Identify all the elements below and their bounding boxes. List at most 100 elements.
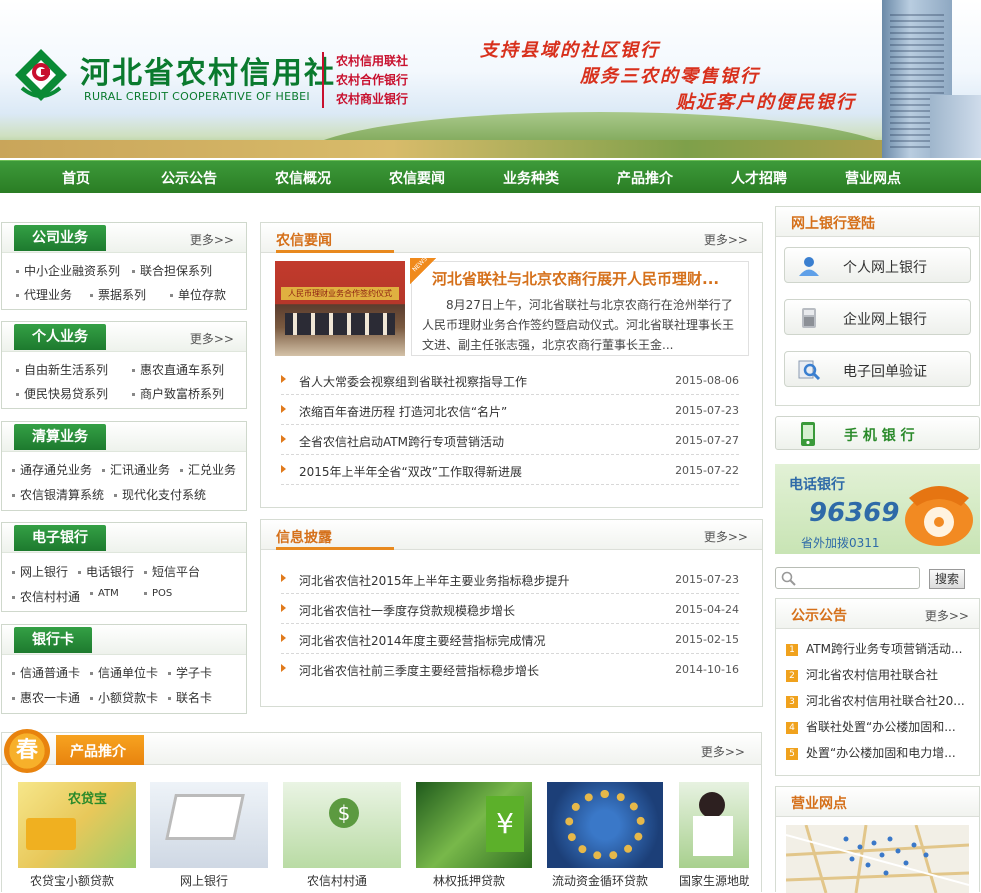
disclosure-item[interactable]: 河北省农信社2014年度主要经营指标完成情况 2015-02-15 [281,624,739,654]
disclosure-item-title[interactable]: 河北省农信社2014年度主要经营指标完成情况 [299,632,546,649]
personal-online-bank-button[interactable]: 个人网上银行 [784,247,971,283]
disclosure-item-title[interactable]: 河北省农信社2015年上半年主要业务指标稳步提升 [299,572,570,589]
nav-overview[interactable]: 农信概况 [275,168,331,188]
news-item-title[interactable]: 全省农信社启动ATM跨行专项营销活动 [299,433,504,450]
clearing-item[interactable]: 现代化支付系统 [114,486,206,503]
company-item[interactable]: 中小企业融资系列 [16,262,120,279]
notice-text[interactable]: 河北省农村信用社联合社20... [806,694,965,708]
notice-text[interactable]: ATM跨行业务专项营销活动... [806,642,962,656]
notice-item[interactable]: 1 ATM跨行业务专项营销活动... [786,640,962,657]
bullet-icon [281,435,286,443]
search-field[interactable] [775,567,920,589]
more-link[interactable]: 更多>> [925,607,969,624]
product-label[interactable]: 农贷宝小额贷款 [30,872,114,889]
mobile-bank-button[interactable]: 手 机 银 行 [775,416,980,450]
news-box: 农信要闻 更多>> 人民币理财业务合作签约仪式 NEWS 河北省联社与北京农商行… [260,222,763,508]
product-label[interactable]: 流动资金循环贷款 [552,872,648,889]
ebank-item[interactable]: 短信平台 [144,563,200,580]
news-item-title[interactable]: 2015年上半年全省“双改”工作取得新进展 [299,463,522,480]
product-image-nongdaibao[interactable]: 农贷宝 [18,782,136,868]
products-title-tab: 产品推介 [56,735,144,765]
card-item[interactable]: 联名卡 [168,689,212,706]
nav-products[interactable]: 产品推介 [617,168,673,188]
product-image-online-bank[interactable] [150,782,268,868]
ebank-item[interactable]: POS [144,588,172,599]
news-item[interactable]: 2015年上半年全省“双改”工作取得新进展 2015-07-22 [281,455,739,485]
product-image-student-loan[interactable] [679,782,749,868]
corporate-online-bank-button[interactable]: 企业网上银行 [784,299,971,335]
card-item[interactable]: 学子卡 [168,664,212,681]
personal-item[interactable]: 惠农直通车系列 [132,361,224,378]
e-receipt-verify-button[interactable]: 电子回单验证 [784,351,971,387]
news-item[interactable]: 全省农信社启动ATM跨行专项营销活动 2015-07-27 [281,425,739,455]
search-button[interactable]: 搜索 [929,569,965,589]
card-item[interactable]: 小额贷款卡 [90,689,158,706]
nav-notices[interactable]: 公示公告 [161,168,217,188]
ebank-item[interactable]: 网上银行 [12,563,68,580]
product-image-cuncuntong[interactable]: $ [283,782,401,868]
product-label[interactable]: 林权抵押贷款 [433,872,505,889]
notice-item[interactable]: 4 省联社处置“办公楼加固和... [786,718,956,735]
more-link[interactable]: 更多>> [190,231,234,248]
clearing-item[interactable]: 汇讯通业务 [102,461,170,478]
notice-text[interactable]: 省联社处置“办公楼加固和... [806,720,956,734]
clearing-item[interactable]: 通存通兑业务 [12,461,92,478]
box-header: 信息披露 更多>> [261,520,762,550]
clearing-item[interactable]: 汇兑业务 [180,461,236,478]
product-label[interactable]: 网上银行 [180,872,228,889]
company-item[interactable]: 代理业务 [16,286,72,303]
notice-item[interactable]: 2 河北省农村信用社联合社 [786,666,938,683]
disclosure-item-title[interactable]: 河北省农信社一季度存贷款规模稳步增长 [299,602,515,619]
search-input[interactable] [800,570,916,586]
nav-home[interactable]: 首页 [62,168,90,188]
card-item[interactable]: 信通普通卡 [12,664,80,681]
card-item[interactable]: 惠农一卡通 [12,689,80,706]
more-link[interactable]: 更多>> [190,330,234,347]
featured-news-photo[interactable]: 人民币理财业务合作签约仪式 [275,261,405,356]
banner-field [0,140,981,158]
disclosure-item[interactable]: 河北省农信社前三季度主要经营指标稳步增长 2014-10-16 [281,654,739,684]
notice-text[interactable]: 处置“办公楼加固和电力增... [806,746,956,760]
box-header: 网上银行登陆 [776,207,979,237]
notice-text[interactable]: 河北省农村信用社联合社 [806,668,938,682]
clearing-item[interactable]: 农信银清算系统 [12,486,104,503]
bullet-icon [281,664,286,672]
news-item[interactable]: 浓缩百年奋进历程 打造河北农信“名片” 2015-07-23 [281,395,739,425]
disclosure-item[interactable]: 河北省农信社2015年上半年主要业务指标稳步提升 2015-07-23 [281,564,739,594]
company-item[interactable]: 联合担保系列 [132,262,212,279]
more-link[interactable]: 更多>> [701,743,745,760]
phone-bank-banner[interactable]: 电话银行 96369 省外加拨0311 [775,464,980,554]
disclosure-item-title[interactable]: 河北省农信社前三季度主要经营指标稳步增长 [299,662,539,679]
ebank-item[interactable]: ATM [90,588,119,599]
notice-item[interactable]: 3 河北省农村信用社联合社20... [786,692,965,709]
news-item-title[interactable]: 浓缩百年奋进历程 打造河北农信“名片” [299,403,507,420]
news-item[interactable]: 省人大常委会视察组到省联社视察指导工作 2015-08-06 [281,365,739,395]
more-link[interactable]: 更多>> [704,231,748,248]
bullet-icon [281,465,286,473]
notice-number: 4 [786,721,798,734]
personal-item[interactable]: 便民快易贷系列 [16,385,108,402]
product-label[interactable]: 农信村村通 [307,872,367,889]
nav-branches[interactable]: 营业网点 [845,168,901,188]
nav-business[interactable]: 业务种类 [503,168,559,188]
card-item[interactable]: 信通单位卡 [90,664,158,681]
personal-item[interactable]: 商户致富桥系列 [132,385,224,402]
user-icon [799,257,819,276]
personal-item[interactable]: 自由新生活系列 [16,361,108,378]
notice-item[interactable]: 5 处置“办公楼加固和电力增... [786,744,956,761]
ebank-item[interactable]: 农信村村通 [12,588,80,605]
branch-map[interactable] [786,825,969,893]
product-image-revolving-loan[interactable] [547,782,663,868]
company-item[interactable]: 单位存款 [170,286,226,303]
news-item-title[interactable]: 省人大常委会视察组到省联社视察指导工作 [299,373,527,390]
featured-news-title[interactable]: 河北省联社与北京农商行展开人民币理财... [432,268,719,289]
product-label[interactable]: 国家生源地助 [679,872,749,889]
more-link[interactable]: 更多>> [704,528,748,545]
disclosure-item[interactable]: 河北省农信社一季度存贷款规模稳步增长 2015-04-24 [281,594,739,624]
disclosure-item-date: 2014-10-16 [675,663,739,676]
nav-news[interactable]: 农信要闻 [389,168,445,188]
company-item[interactable]: 票据系列 [90,286,146,303]
nav-careers[interactable]: 人才招聘 [731,168,787,188]
ebank-item[interactable]: 电话银行 [78,563,134,580]
product-image-forest-loan[interactable]: ¥ [416,782,532,868]
